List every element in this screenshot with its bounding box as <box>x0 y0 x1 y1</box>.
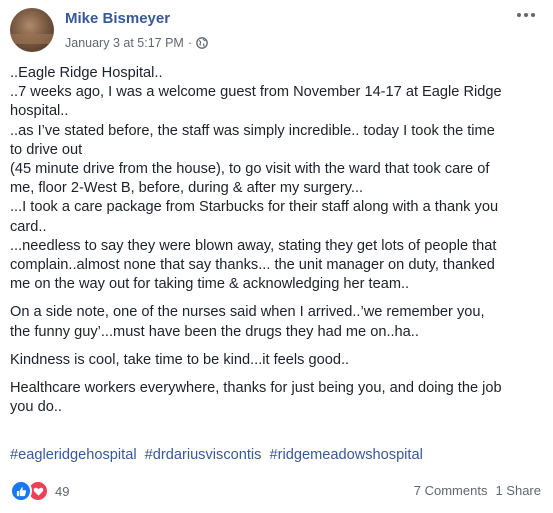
body-line: you do.. <box>10 399 62 416</box>
body-line: On a side note, one of the nurses said w… <box>10 304 485 321</box>
hashtag-link[interactable]: #drdariusviscontis <box>145 447 262 463</box>
reaction-count: 49 <box>55 483 70 499</box>
body-line: to drive out <box>10 141 83 158</box>
avatar[interactable] <box>10 8 54 52</box>
engagement-stats: 7 Comments 1 Share <box>414 483 541 498</box>
shares-count-link[interactable]: 1 Share <box>495 483 541 498</box>
body-line: ..Eagle Ridge Hospital.. <box>10 65 163 81</box>
post-paragraph-1: ..Eagle Ridge Hospital.. ..7 weeks ago, … <box>10 64 542 294</box>
post-timestamp[interactable]: January 3 at 5:17 PM <box>65 36 184 50</box>
body-line: card.. <box>10 218 47 235</box>
hashtag-list: #eagleridgehospital #drdariusviscontis #… <box>10 447 423 463</box>
post-paragraph-4: Healthcare workers everywhere, thanks fo… <box>10 379 542 417</box>
body-line: hospital.. <box>10 103 69 120</box>
body-line: Healthcare workers everywhere, thanks fo… <box>10 380 502 397</box>
avatar-image-detail <box>10 34 54 44</box>
post-paragraph-2: On a side note, one of the nurses said w… <box>10 303 542 341</box>
body-line: (45 minute drive from the house), to go … <box>10 161 490 178</box>
post-body: ..Eagle Ridge Hospital.. ..7 weeks ago, … <box>10 64 542 426</box>
hashtag-link[interactable]: #ridgemeadowshospital <box>270 447 423 463</box>
body-line: ...I took a care package from Starbucks … <box>10 199 499 216</box>
body-line: ..7 weeks ago, I was a welcome guest fro… <box>10 84 502 101</box>
post-meta: January 3 at 5:17 PM · <box>65 36 208 50</box>
facebook-post: Mike Bismeyer January 3 at 5:17 PM · ..E… <box>0 0 553 513</box>
body-line: me on the way out for taking time & ackn… <box>10 276 410 293</box>
reactions-summary[interactable]: 49 <box>10 480 69 502</box>
body-line: ...needless to say they were blown away,… <box>10 237 497 254</box>
hashtag-link[interactable]: #eagleridgehospital <box>10 447 137 463</box>
comments-count-link[interactable]: 7 Comments <box>414 483 488 498</box>
meta-separator: · <box>187 36 192 50</box>
author-name[interactable]: Mike Bismeyer <box>65 10 170 27</box>
globe-icon[interactable] <box>196 37 208 49</box>
post-paragraph-3: Kindness is cool, take time to be kind..… <box>10 351 542 370</box>
body-line: the funny guy’...must have been the drug… <box>10 323 419 340</box>
divider <box>10 475 543 476</box>
body-line: ..as I’ve stated before, the staff was s… <box>10 122 495 139</box>
body-line: me, floor 2-West B, before, during & aft… <box>10 180 364 197</box>
body-line: complain..almost none that say thanks...… <box>10 257 495 274</box>
like-reaction-icon <box>10 480 32 502</box>
body-line: Kindness is cool, take time to be kind..… <box>10 351 350 368</box>
more-options-icon[interactable] <box>517 8 535 22</box>
